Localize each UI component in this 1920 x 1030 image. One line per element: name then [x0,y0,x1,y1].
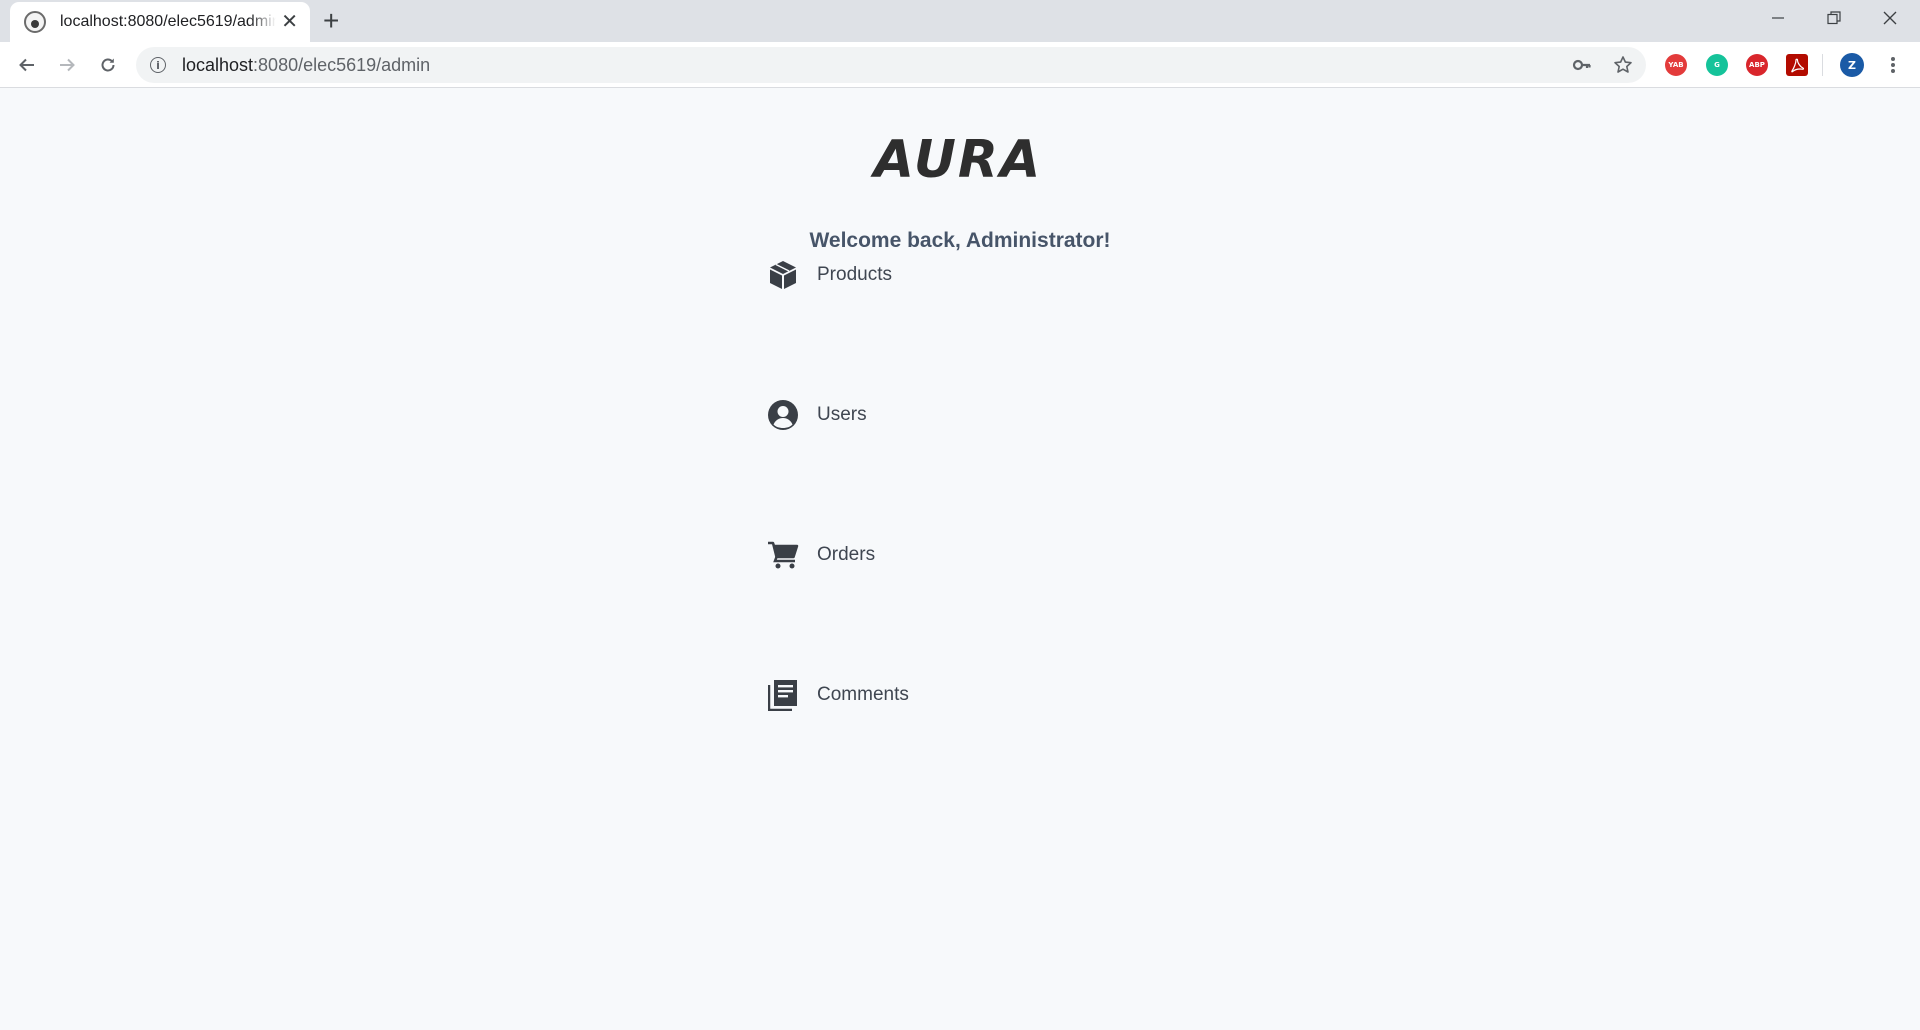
admin-page: AURA Welcome back, Administrator! Produc… [0,89,1920,1030]
menu-item-products[interactable]: Products [767,255,892,295]
bookmark-star-icon[interactable] [1613,55,1633,75]
back-button[interactable] [13,51,41,79]
tab-title: localhost:8080/elec5619/admin [60,13,276,30]
browser-toolbar: i localhost:8080/elec5619/admin YAB G AB… [0,42,1920,88]
password-key-icon[interactable] [1572,55,1592,75]
menu-item-users[interactable]: Users [767,395,867,435]
minimize-icon [1772,17,1784,19]
user-circle-icon [767,399,799,431]
kebab-menu-icon [1891,57,1895,73]
forward-button[interactable] [53,51,81,79]
profile-avatar[interactable]: Z [1840,53,1864,77]
new-tab-button[interactable]: + [323,6,339,36]
aura-logo: AURA [870,133,1042,181]
reload-button[interactable] [94,51,122,79]
close-window-button[interactable] [1862,0,1918,36]
menu-item-comments[interactable]: Comments [767,675,909,715]
browser-tab[interactable]: localhost:8080/elec5619/admin ✕ [10,2,310,42]
restore-button[interactable] [1806,0,1862,36]
menu-label: Orders [817,544,876,565]
restore-icon [1827,11,1841,25]
address-bar[interactable]: i localhost:8080/elec5619/admin [136,47,1646,83]
forward-arrow-icon [60,58,75,72]
menu-item-orders[interactable]: Orders [767,535,875,575]
site-info-icon[interactable]: i [150,57,166,73]
welcome-heading: Welcome back, Administrator! [809,229,1111,252]
reload-icon [101,58,115,72]
url-path: :8080/elec5619/admin [253,54,431,75]
close-icon [1883,11,1897,25]
box-icon [767,259,799,291]
document-list-icon [767,679,799,711]
toolbar-separator [1822,54,1823,76]
favicon-icon [24,11,46,33]
grammarly-icon[interactable]: G [1706,54,1728,76]
menu-label: Products [817,264,892,285]
svg-text:AURA: AURA [870,133,1042,181]
adobe-acrobat-icon[interactable] [1786,54,1808,76]
browser-tab-strip: localhost:8080/elec5619/admin ✕ + [0,0,1920,42]
yab-extension-icon[interactable]: YAB [1665,54,1687,76]
adblock-plus-icon[interactable]: ABP [1746,54,1768,76]
url-host: localhost [182,54,254,75]
minimize-button[interactable] [1750,0,1806,36]
tab-close-icon[interactable]: ✕ [281,12,298,32]
menu-label: Users [817,404,867,425]
back-arrow-icon [19,58,34,72]
menu-label: Comments [817,684,909,705]
url-text: localhost:8080/elec5619/admin [182,55,430,76]
shopping-cart-icon [767,539,799,571]
browser-menu-button[interactable] [1879,51,1907,79]
